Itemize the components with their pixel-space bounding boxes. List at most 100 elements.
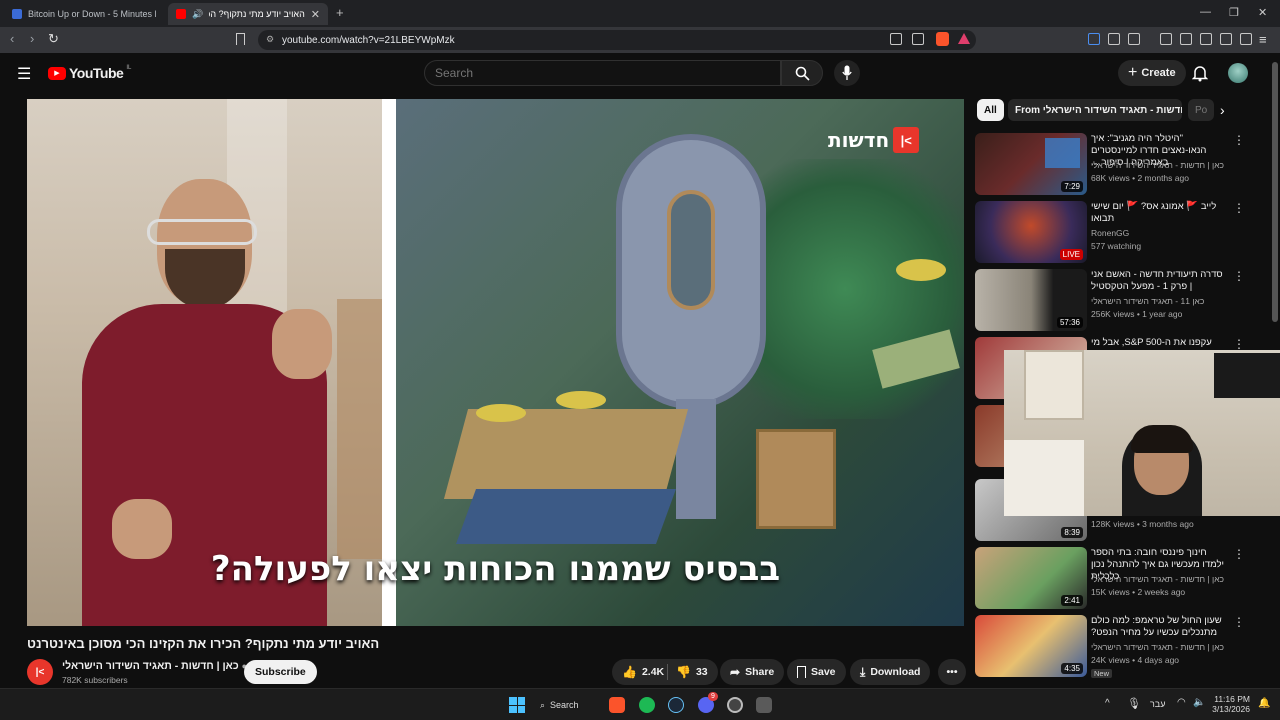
- voice-search-button[interactable]: [834, 60, 860, 86]
- avatar[interactable]: [1228, 63, 1248, 83]
- video-thumbnail[interactable]: LIVE: [975, 201, 1087, 263]
- dislike-button[interactable]: 👎 33: [668, 659, 718, 685]
- channel-name[interactable]: RonenGG: [1091, 228, 1129, 238]
- speaker-icon[interactable]: 🔊: [192, 9, 203, 20]
- recommended-video[interactable]: 57:36 סדרה תיעודית חדשה - האשם אני | פרק…: [975, 269, 1265, 331]
- spotify-icon[interactable]: [639, 697, 655, 713]
- channel-name[interactable]: כאן | חדשות - תאגיד השידור הישראלי ●: [62, 660, 247, 672]
- cast-icon[interactable]: [890, 33, 902, 45]
- vpn-icon[interactable]: [1240, 33, 1252, 45]
- close-tab-icon[interactable]: ✕: [311, 8, 320, 21]
- subscribe-button[interactable]: Subscribe: [244, 660, 317, 684]
- channel-name[interactable]: כאן 11 - תאגיד השידור הישראלי: [1091, 296, 1204, 306]
- video-thumbnail[interactable]: 57:36: [975, 269, 1087, 331]
- volume-icon[interactable]: 🔈: [1193, 697, 1205, 708]
- brave-rewards-icon[interactable]: [958, 33, 970, 44]
- tab-youtube[interactable]: 🔊 האויב יודע מתי נתקוף? הכירו ✕: [168, 3, 328, 25]
- chips-next-icon[interactable]: ›: [1220, 102, 1225, 118]
- chip-all[interactable]: All: [977, 99, 1004, 121]
- leo-ai-icon[interactable]: [1220, 33, 1232, 45]
- extensions-icon[interactable]: [1108, 33, 1120, 45]
- reload-icon[interactable]: ↻: [48, 31, 59, 47]
- close-window-button[interactable]: ✕: [1258, 6, 1267, 19]
- notifications-bell-icon[interactable]: [1192, 64, 1208, 82]
- sidebar-icon[interactable]: [1180, 33, 1192, 45]
- maximize-button[interactable]: ❐: [1229, 6, 1239, 19]
- menu-icon[interactable]: ≡: [1259, 32, 1267, 47]
- download-label: Download: [870, 666, 921, 678]
- video-meta: 577 watching: [1091, 241, 1142, 251]
- steam-icon[interactable]: [668, 697, 684, 713]
- plus-icon: +: [1128, 64, 1138, 81]
- calculator-icon[interactable]: [756, 697, 772, 713]
- tab-bitcoin[interactable]: Bitcoin Up or Down - 5 Minutes Pred: [4, 3, 164, 25]
- brave-browser-icon[interactable]: [609, 697, 625, 713]
- duration-badge: 2:41: [1061, 595, 1083, 606]
- notification-center-icon[interactable]: 🔔: [1258, 698, 1270, 709]
- more-actions-button[interactable]: •••: [938, 659, 966, 685]
- more-options-icon[interactable]: ⋮: [1233, 615, 1245, 629]
- forward-icon[interactable]: ›: [30, 31, 34, 46]
- bookmark-icon[interactable]: [236, 33, 245, 45]
- url-field[interactable]: ⚙ youtube.com/watch?v=21LBEYWpMzk: [258, 30, 976, 50]
- more-options-icon[interactable]: ⋮: [1233, 547, 1245, 561]
- youtube-logo[interactable]: ▶ YouTube IL: [48, 65, 131, 81]
- create-button[interactable]: + Create: [1118, 60, 1186, 86]
- video-player[interactable]: חדשות |< בבסיס שממנו הכוחות יצאו לפעולה?: [27, 99, 964, 626]
- obs-icon[interactable]: [727, 697, 743, 713]
- chip-popular[interactable]: Po: [1188, 99, 1214, 121]
- search-button[interactable]: [781, 60, 823, 86]
- recommended-video[interactable]: LIVE לייב 🚩 אמונג אס? 🚩 יום שישי תבואו R…: [975, 201, 1265, 263]
- language-indicator[interactable]: עבר: [1150, 699, 1165, 709]
- recommended-video[interactable]: 2:41 חינוך פיננסי חובה: בתי הספר ילמדו מ…: [975, 547, 1265, 609]
- more-options-icon[interactable]: ⋮: [1233, 133, 1245, 147]
- share-button[interactable]: ➦ Share: [720, 659, 785, 685]
- wallet-icon[interactable]: [1200, 33, 1212, 45]
- video-thumbnail[interactable]: 7:29: [975, 133, 1087, 195]
- channel-name[interactable]: כאן | חדשות - תאגיד השידור הישראלי: [1091, 160, 1224, 170]
- more-options-icon[interactable]: ⋮: [1233, 201, 1245, 215]
- media-icon[interactable]: [1160, 33, 1172, 45]
- save-button[interactable]: Save: [787, 659, 846, 685]
- tray-chevron-icon[interactable]: ^: [1105, 698, 1110, 709]
- search-input[interactable]: [424, 60, 781, 86]
- hamburger-menu-icon[interactable]: ☰: [17, 64, 31, 84]
- person-hair: [1131, 425, 1193, 453]
- brave-shield-icon[interactable]: [936, 32, 949, 46]
- channel-avatar[interactable]: |<: [27, 659, 53, 685]
- back-icon[interactable]: ‹: [10, 31, 14, 46]
- taskbar-search[interactable]: ⌕ Search: [540, 695, 579, 715]
- video-meta: 128K views • 3 months ago: [1091, 519, 1194, 529]
- clock[interactable]: 11:16 PM 3/13/2026: [1210, 694, 1250, 714]
- chip-from-channel[interactable]: From כאן | חדשות - תאגיד השידור הישראלי: [1008, 99, 1182, 121]
- microphone-tray-icon[interactable]: 🎙: [1127, 697, 1141, 710]
- logo-region: IL: [126, 65, 132, 71]
- video-title: האויב יודע מתי נתקוף? הכירו את הקזינו הכ…: [27, 636, 380, 651]
- wifi-icon[interactable]: ◠: [1177, 697, 1186, 708]
- download-button[interactable]: ⤓ Download: [850, 659, 931, 685]
- windows-start-icon[interactable]: [509, 697, 525, 713]
- video-thumbnail[interactable]: 4:35: [975, 615, 1087, 677]
- screenshot-icon[interactable]: [1128, 33, 1140, 45]
- recommended-video[interactable]: 7:29 "היטלר היה מגניב": איך הנאו-נאצים ח…: [975, 133, 1265, 195]
- video-thumbnail[interactable]: 2:41: [975, 547, 1087, 609]
- channel-name[interactable]: כאן | חדשות - תאגיד השידור הישראלי: [1091, 574, 1224, 584]
- cardboard-coin: [476, 404, 526, 422]
- share-page-icon[interactable]: [912, 33, 924, 45]
- page-scrollbar[interactable]: [1272, 62, 1278, 322]
- webcam-overlay: [1004, 350, 1280, 516]
- video-meta: 24K views • 4 days ago: [1091, 655, 1180, 665]
- video-title[interactable]: לייב 🚩 אמונג אס? 🚩 יום שישי תבואו: [1091, 201, 1226, 225]
- channel-name[interactable]: כאן | חדשות - תאגיד השידור הישראלי: [1091, 642, 1224, 652]
- more-options-icon[interactable]: ⋮: [1233, 337, 1245, 351]
- video-title[interactable]: סדרה תיעודית חדשה - האשם אני | פרק 1 - מ…: [1091, 269, 1226, 293]
- like-button[interactable]: 👍 2.4K: [612, 659, 673, 685]
- site-info-icon[interactable]: ⚙: [266, 34, 274, 45]
- minimize-button[interactable]: —: [1200, 6, 1211, 18]
- like-count: 2.4K: [641, 666, 665, 678]
- video-title[interactable]: שעון החול של טראמפ: למה כולם מתנכלים עכש…: [1091, 615, 1226, 639]
- new-tab-button[interactable]: +: [336, 5, 344, 20]
- more-options-icon[interactable]: ⋮: [1233, 269, 1245, 283]
- translate-icon[interactable]: [1088, 33, 1100, 45]
- recommended-video[interactable]: 4:35 שעון החול של טראמפ: למה כולם מתנכלי…: [975, 615, 1265, 678]
